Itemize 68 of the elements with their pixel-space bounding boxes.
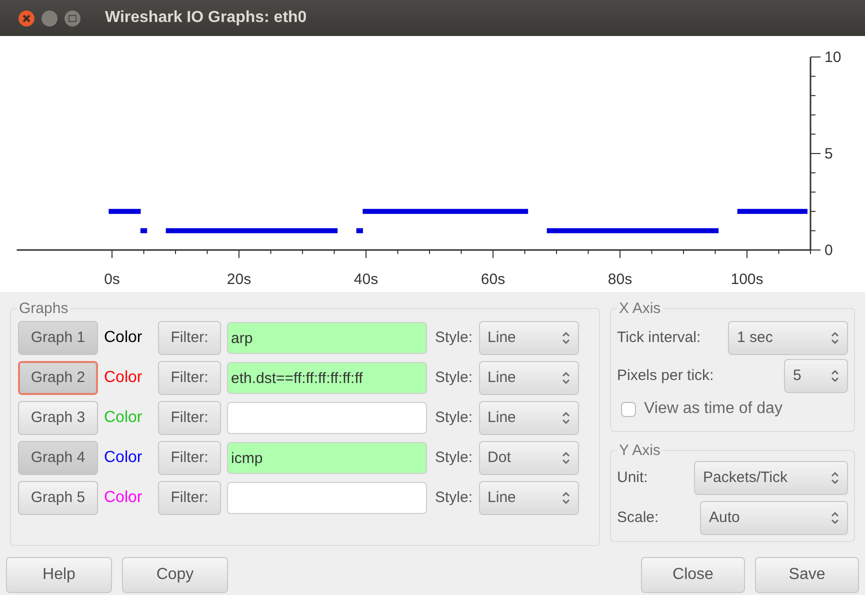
spin-arrows-icon [831,369,839,383]
graph-toggle-button[interactable]: Graph 5 [18,481,98,515]
unit-select[interactable]: Packets/Tick [694,461,848,495]
x-tick-label: 60s [480,271,506,288]
filter-field[interactable]: icmp [227,442,427,474]
tick-interval-label: Tick interval: [617,328,701,348]
copy-button[interactable]: Copy [122,557,228,593]
filter-field[interactable]: eth.dst==ff:ff:ff:ff:ff:ff [227,362,427,394]
color-label: Color [104,328,144,348]
pixels-per-tick-select[interactable]: 5 [784,359,848,393]
data-point [140,228,148,234]
graph-toggle-button[interactable]: Graph 4 [18,441,98,475]
scale-label: Scale: [617,508,659,528]
window-title: Wireshark IO Graphs: eth0 [105,8,307,28]
filter-button[interactable]: Filter: [158,361,221,395]
scale-select[interactable]: Auto [700,501,848,535]
pixels-per-tick-label: Pixels per tick: [617,366,714,386]
filter-field[interactable] [227,402,427,434]
spin-arrows-icon [562,491,570,505]
minimize-icon[interactable] [41,10,58,26]
x-tick-label: 40s [354,271,378,288]
x-tick-label: 0s [104,271,120,288]
spin-arrows-icon [831,471,839,485]
checkbox[interactable] [621,402,636,416]
graph-toggle-button[interactable]: Graph 3 [18,401,98,435]
spin-arrows-icon [562,371,570,385]
graph-toggle-button[interactable]: Graph 2 [18,361,98,395]
unit-label: Unit: [617,468,648,488]
style-select[interactable]: Line [478,401,579,435]
data-point [356,228,363,234]
filter-button[interactable]: Filter: [158,321,221,355]
style-label: Style: [435,408,473,428]
close-icon[interactable] [18,10,35,26]
style-select[interactable]: Line [478,361,579,395]
spin-arrows-icon [562,451,570,465]
maximize-icon[interactable] [64,10,81,26]
style-select[interactable]: Line [478,481,579,515]
spin-arrows-icon [562,331,570,345]
y-tick-label: 10 [824,49,842,66]
close-button[interactable]: Close [641,557,745,593]
x-tick-label: 100s [730,271,764,288]
color-label: Color [104,368,144,388]
x-tick-label: 80s [608,271,632,288]
style-select[interactable]: Dot [478,441,579,475]
filter-button[interactable]: Filter: [158,401,221,435]
filter-field[interactable] [227,482,427,514]
color-label: Color [104,448,144,468]
style-label: Style: [435,368,473,388]
graph-toggle-button[interactable]: Graph 1 [18,321,98,355]
save-button[interactable]: Save [755,557,859,593]
style-select[interactable]: Line [478,321,579,355]
y-tick-label: 5 [824,146,833,162]
style-label: Style: [435,328,473,348]
color-label: Color [104,488,144,508]
filter-field[interactable]: arp [227,322,427,354]
filter-button[interactable]: Filter: [158,441,221,475]
filter-button[interactable]: Filter: [158,481,221,515]
x-tick-label: 20s [226,271,252,288]
spin-arrows-icon [831,331,839,345]
style-label: Style: [435,448,473,468]
style-label: Style: [435,488,473,508]
y-tick-label: 0 [824,242,833,259]
time-of-day-label: View as time of day [644,399,782,419]
spin-arrows-icon [831,511,839,525]
color-label: Color [104,408,144,428]
tick-interval-select[interactable]: 1 sec [728,321,848,355]
help-button[interactable]: Help [6,557,112,593]
spin-arrows-icon [562,411,570,425]
